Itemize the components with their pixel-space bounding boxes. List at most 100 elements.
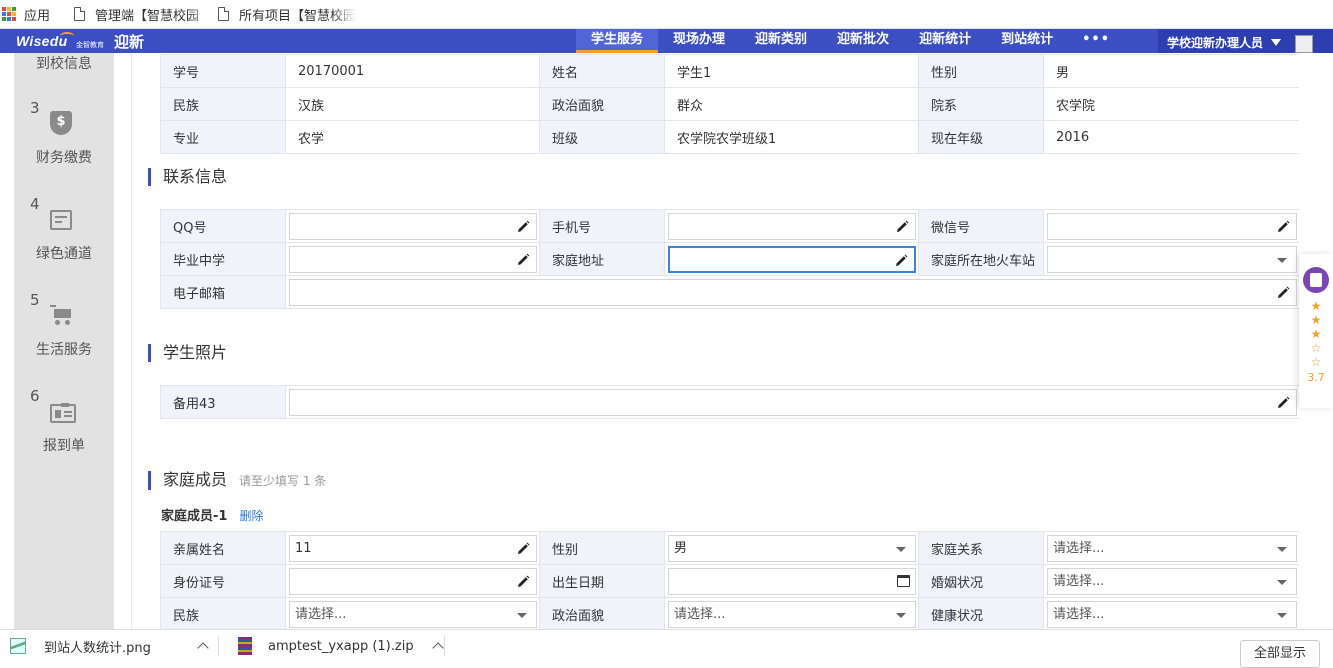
step-finance[interactable]: 3 $ 财务缴费 bbox=[14, 99, 114, 195]
family-hint: 请至少填写 1 条 bbox=[239, 474, 327, 488]
dropdown-arrow-icon bbox=[1277, 546, 1287, 552]
pencil-icon bbox=[1278, 396, 1290, 408]
tab-statistics[interactable]: 迎新统计 bbox=[904, 29, 986, 53]
apps-grid-icon bbox=[2, 7, 16, 21]
family-member-title: 家庭成员-1 删除 bbox=[161, 505, 263, 524]
download-item-zip[interactable]: amptest_yxapp (1).zip bbox=[238, 630, 444, 662]
tab-onsite[interactable]: 现场办理 bbox=[658, 29, 740, 53]
label-train-station: 家庭所在地火车站 bbox=[918, 242, 1044, 276]
step-life-service[interactable]: 5 生活服务 bbox=[14, 291, 114, 387]
birth-date-input[interactable] bbox=[668, 567, 916, 595]
label-email: 电子邮箱 bbox=[160, 275, 286, 309]
calendar-icon bbox=[50, 207, 74, 231]
bookmark-apps[interactable]: 应用 bbox=[2, 5, 50, 24]
health-placeholder: 请选择... bbox=[1053, 606, 1105, 622]
marital-placeholder: 请选择... bbox=[1053, 573, 1105, 589]
pencil-icon bbox=[1278, 286, 1290, 298]
page-icon bbox=[218, 7, 230, 21]
label-high-school: 毕业中学 bbox=[160, 242, 286, 276]
value-political: 群众 bbox=[664, 87, 919, 121]
download-bar: 到站人数统计.png amptest_yxapp (1).zip 全部显示 bbox=[0, 629, 1333, 668]
cart-icon bbox=[50, 303, 74, 327]
divider bbox=[218, 636, 219, 656]
relative-ethnicity-select[interactable]: 请选择... bbox=[289, 600, 537, 628]
phone-input[interactable] bbox=[668, 212, 916, 240]
spare-43-input[interactable] bbox=[289, 388, 1297, 416]
label-relative-political: 政治面貌 bbox=[539, 597, 665, 629]
relative-gender-select[interactable]: 男 bbox=[668, 534, 916, 562]
rating-widget[interactable]: ★ ★ ★ ☆ ☆ 3.7 bbox=[1299, 254, 1333, 408]
section-title-family: 家庭成员 请至少填写 1 条 bbox=[148, 471, 326, 490]
table-row: 身份证号 出生日期 婚姻状况 请选择... bbox=[160, 564, 1299, 598]
star-empty-icon: ☆ bbox=[1310, 355, 1322, 369]
family-form-table: 亲属姓名 11 性别 男 家庭关系 请选择... 身份证号 出生日期 婚姻状况 … bbox=[160, 531, 1299, 629]
feedback-badge-icon[interactable] bbox=[1303, 267, 1329, 293]
calendar-icon[interactable] bbox=[897, 574, 910, 587]
family-member-label: 家庭成员-1 bbox=[161, 509, 228, 524]
show-all-downloads-button[interactable]: 全部显示 bbox=[1240, 640, 1320, 668]
rating-value: 3.7 bbox=[1307, 371, 1325, 384]
table-row: 毕业中学 家庭地址 家庭所在地火车站 bbox=[160, 242, 1299, 276]
value-class: 农学院农学班级1 bbox=[664, 120, 919, 154]
finance-shield-icon: $ bbox=[50, 111, 74, 135]
pencil-icon bbox=[518, 220, 530, 232]
pencil-icon bbox=[1278, 220, 1290, 232]
step-registration-form[interactable]: 6 报到单 bbox=[14, 387, 114, 483]
nav-tabs: 学生服务 现场办理 迎新类别 迎新批次 迎新统计 到站统计 ••• bbox=[576, 29, 1124, 53]
value-department: 农学院 bbox=[1043, 87, 1299, 121]
qq-input[interactable] bbox=[289, 212, 537, 240]
email-input[interactable] bbox=[289, 278, 1297, 306]
label-marital: 婚姻状况 bbox=[918, 564, 1044, 598]
bookmark-apps-label: 应用 bbox=[24, 8, 51, 24]
high-school-input[interactable] bbox=[289, 245, 537, 273]
label-relative-name: 亲属姓名 bbox=[160, 531, 286, 565]
train-station-select[interactable] bbox=[1047, 245, 1297, 273]
tab-student-service[interactable]: 学生服务 bbox=[576, 29, 659, 53]
image-file-icon bbox=[10, 638, 26, 654]
step-green-channel[interactable]: 4 绿色通道 bbox=[14, 195, 114, 291]
top-nav: Wisedu 金智教育 迎新 学生服务 现场办理 迎新类别 迎新批次 迎新统计 … bbox=[0, 29, 1333, 53]
wechat-input[interactable] bbox=[1047, 212, 1297, 240]
download-filename: amptest_yxapp (1).zip bbox=[268, 638, 414, 654]
tab-arrival-stats[interactable]: 到站统计 bbox=[986, 29, 1068, 53]
logo-subtitle: 金智教育 bbox=[76, 41, 104, 49]
political-placeholder: 请选择... bbox=[674, 606, 726, 622]
health-select[interactable]: 请选择... bbox=[1047, 600, 1297, 628]
delete-member-link[interactable]: 删除 bbox=[239, 509, 263, 523]
label-gender: 性别 bbox=[918, 54, 1044, 88]
rating-stars: ★ ★ ★ ☆ ☆ bbox=[1299, 299, 1333, 369]
bookmark-item[interactable]: 管理端【智慧校园云 bbox=[70, 5, 200, 24]
step-label-arrival-info[interactable]: 到校信息 bbox=[36, 53, 92, 73]
table-row: 备用43 bbox=[160, 385, 1299, 419]
step-number: 5 bbox=[30, 291, 40, 309]
tab-batch[interactable]: 迎新批次 bbox=[822, 29, 904, 53]
relative-political-select[interactable]: 请选择... bbox=[668, 600, 916, 628]
more-menu-button[interactable]: ••• bbox=[1068, 29, 1124, 53]
download-item-png[interactable]: 到站人数统计.png bbox=[10, 630, 209, 662]
relation-placeholder: 请选择... bbox=[1053, 540, 1105, 556]
basic-info-table: 学号 20170001 姓名 学生1 性别 男 民族 汉族 政治面貌 群众 院系… bbox=[160, 54, 1299, 154]
id-number-input[interactable] bbox=[289, 567, 537, 595]
step-label: 报到单 bbox=[43, 438, 85, 454]
label-relative-ethnicity: 民族 bbox=[160, 597, 286, 629]
dropdown-arrow-icon bbox=[896, 546, 906, 552]
avatar[interactable] bbox=[1295, 35, 1313, 53]
tab-category[interactable]: 迎新类别 bbox=[740, 29, 822, 53]
value-gender: 男 bbox=[1043, 54, 1299, 88]
chevron-up-icon[interactable] bbox=[431, 642, 444, 654]
section-title-photo: 学生照片 bbox=[148, 344, 227, 362]
caret-down-icon bbox=[1271, 39, 1282, 46]
home-address-input[interactable] bbox=[668, 245, 916, 273]
photo-form-table: 备用43 bbox=[160, 385, 1299, 419]
pencil-icon bbox=[518, 253, 530, 265]
bookmark-item[interactable]: 所有项目【智慧校园 bbox=[214, 5, 364, 24]
value-ethnicity: 汉族 bbox=[285, 87, 540, 121]
user-role-label: 学校迎新办理人员 bbox=[1167, 36, 1264, 50]
id-card-icon bbox=[50, 399, 76, 423]
star-filled-icon: ★ bbox=[1310, 313, 1322, 327]
label-grade: 现在年级 bbox=[918, 120, 1044, 154]
relative-name-input[interactable]: 11 bbox=[289, 534, 537, 562]
marital-select[interactable]: 请选择... bbox=[1047, 567, 1297, 595]
relation-select[interactable]: 请选择... bbox=[1047, 534, 1297, 562]
chevron-up-icon[interactable] bbox=[197, 642, 209, 654]
